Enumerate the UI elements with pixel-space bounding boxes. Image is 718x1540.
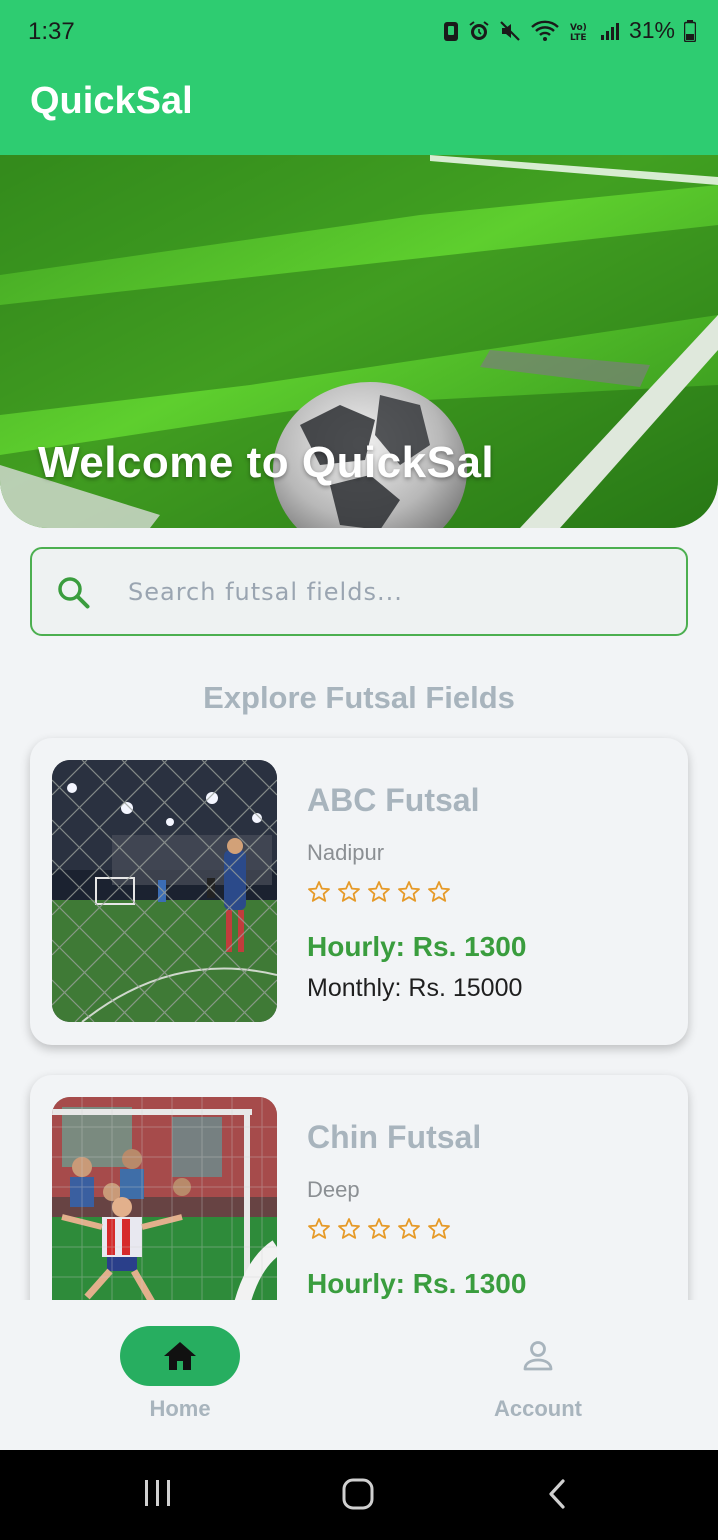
home-nav-button[interactable]	[341, 1478, 375, 1515]
field-card[interactable]: ABC Futsal Nadipur Hourly: Rs. 1300 Mont…	[30, 738, 688, 1045]
nav-home[interactable]: Home	[80, 1326, 280, 1422]
alarm-icon	[469, 20, 489, 40]
star-icon	[338, 1218, 360, 1239]
rating-stars	[307, 1217, 451, 1241]
signal-icon	[600, 22, 619, 40]
status-bar: 1:37 Vo) LTE 31%	[0, 0, 718, 60]
field-card[interactable]: Chin Futsal Deep Hourly: Rs. 1300	[30, 1075, 688, 1300]
search-icon	[56, 575, 92, 616]
account-icon	[523, 1341, 553, 1371]
nav-home-label: Home	[149, 1396, 211, 1421]
monthly-price: Monthly: Rs. 15000	[307, 974, 523, 1002]
mute-icon	[500, 20, 520, 41]
rating-stars	[307, 880, 451, 904]
hero-banner: Welcome to QuickSal	[0, 155, 718, 528]
field-name: ABC Futsal	[307, 782, 480, 818]
star-icon	[398, 881, 420, 902]
home-icon	[164, 1342, 196, 1370]
star-icon	[368, 1218, 390, 1239]
battery-percent: 31%	[628, 17, 675, 43]
nav-account[interactable]: Account	[438, 1326, 638, 1422]
battery-icon	[684, 19, 696, 42]
wifi-icon	[531, 20, 559, 41]
app-title: QuickSal	[30, 80, 193, 122]
star-icon	[308, 1218, 330, 1239]
svg-text:LTE: LTE	[570, 33, 587, 42]
back-icon	[549, 1479, 565, 1509]
status-time: 1:37	[28, 18, 75, 45]
star-icon	[428, 1218, 450, 1239]
nav-home-indicator[interactable]	[120, 1326, 240, 1386]
hourly-price: Hourly: Rs. 1300	[307, 1268, 527, 1299]
app-bar: QuickSal	[0, 60, 718, 155]
nav-account-indicator[interactable]	[478, 1326, 598, 1386]
star-icon	[428, 881, 450, 902]
status-icons: Vo) LTE 31%	[443, 17, 696, 44]
star-icon	[338, 881, 360, 902]
app-notification-icon	[443, 21, 458, 41]
section-title: Explore Futsal Fields	[203, 680, 515, 715]
field-list[interactable]: ABC Futsal Nadipur Hourly: Rs. 1300 Mont…	[0, 720, 718, 1300]
recent-apps-icon	[145, 1480, 170, 1506]
search-input[interactable]	[128, 569, 668, 615]
bottom-nav: Home Account	[0, 1300, 718, 1450]
star-icon	[398, 1218, 420, 1239]
back-button[interactable]	[545, 1478, 569, 1515]
system-nav-bar	[0, 1450, 718, 1540]
recent-apps-button[interactable]	[142, 1478, 174, 1513]
field-image	[52, 760, 277, 1022]
home-circle-icon	[342, 1478, 374, 1510]
field-image	[52, 1097, 277, 1300]
field-location: Deep	[307, 1177, 360, 1202]
hero-title: Welcome to QuickSal	[38, 438, 495, 487]
star-icon	[368, 881, 390, 902]
search-box[interactable]	[30, 547, 688, 636]
nav-account-label: Account	[494, 1396, 582, 1421]
star-icon	[308, 881, 330, 902]
hourly-price: Hourly: Rs. 1300	[307, 931, 527, 962]
svg-text:Vo): Vo)	[570, 23, 587, 33]
field-location: Nadipur	[307, 840, 385, 865]
field-name: Chin Futsal	[307, 1119, 482, 1155]
volte-icon: Vo)LTE	[570, 23, 587, 42]
